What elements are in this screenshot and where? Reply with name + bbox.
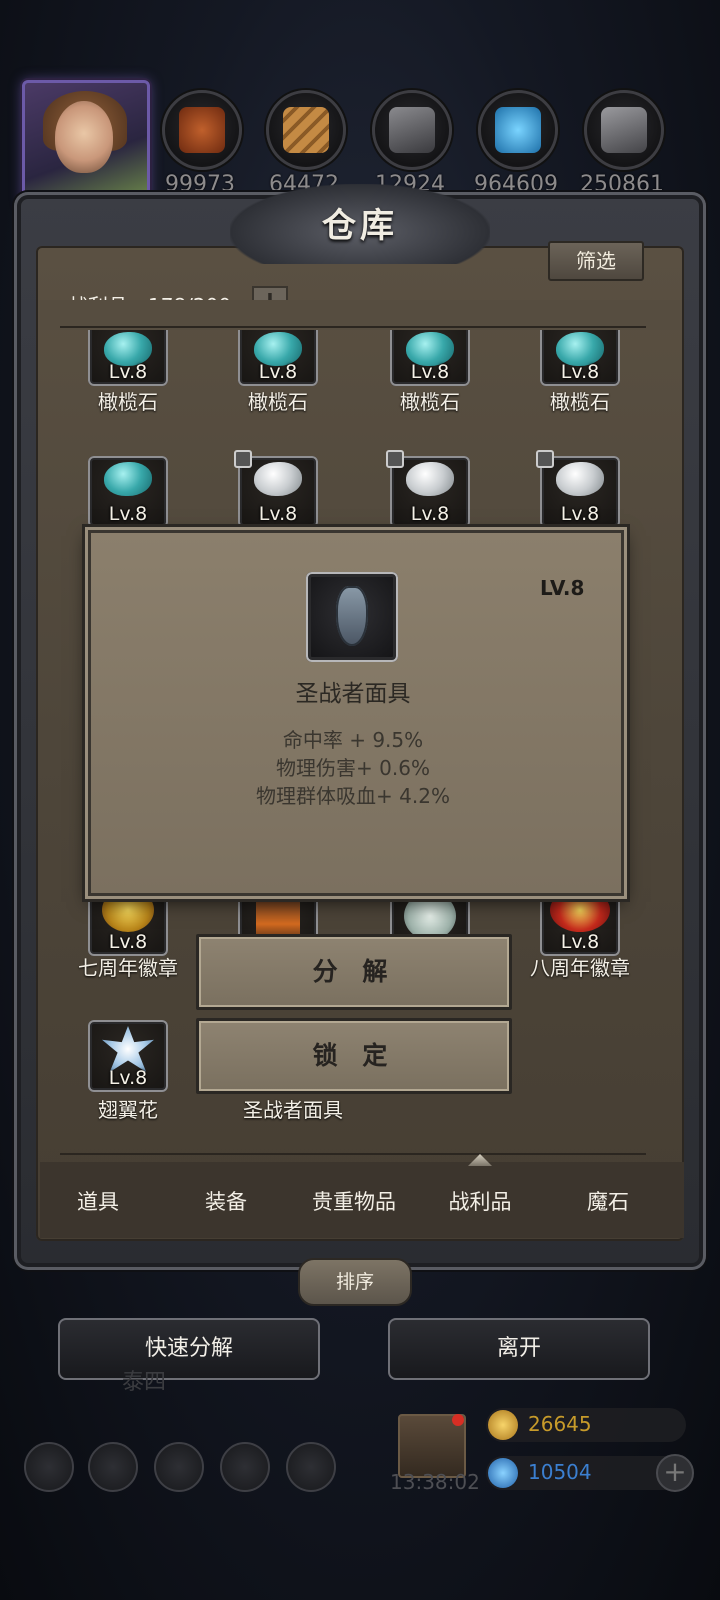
stat-line: 物理群体吸血+ 4.2%: [256, 784, 450, 808]
item-name: 八周年徽章: [530, 956, 630, 980]
star-icon[interactable]: [88, 1442, 138, 1492]
item-name: 橄榄石: [98, 390, 158, 414]
crusader-mask-icon: [336, 586, 368, 646]
stat-line: 命中率 + 9.5%: [282, 728, 424, 752]
tab-trophies[interactable]: 战利品: [416, 1186, 544, 1216]
item-name: 翅翼花: [98, 1098, 158, 1122]
item-slot[interactable]: Lv.8: [88, 456, 168, 528]
item-name: 橄榄石: [550, 390, 610, 414]
player-avatar[interactable]: [22, 80, 150, 204]
popup-level: LV.8: [540, 576, 585, 600]
add-currency-button[interactable]: +: [656, 1454, 694, 1492]
blue-crystal-icon[interactable]: [478, 90, 558, 170]
tab-valuables[interactable]: 贵重物品: [290, 1186, 418, 1216]
divider: [60, 1153, 646, 1155]
gem-icon: [488, 1458, 518, 1488]
item-slot[interactable]: Lv.8: [536, 450, 620, 528]
item-name-selected: 圣战者面具: [243, 1098, 343, 1122]
sort-button[interactable]: 排序: [298, 1258, 412, 1306]
olivine-gem-icon: [104, 462, 152, 496]
character-name: 泰四: [122, 1370, 167, 1395]
item-slot[interactable]: Lv.8: [234, 450, 318, 528]
panel-title: 仓库: [322, 206, 398, 246]
jade-fish-icon: [404, 892, 456, 940]
item-name: 橄榄石: [248, 390, 308, 414]
leave-button[interactable]: 离开: [388, 1318, 650, 1380]
avatar-face: [55, 101, 113, 173]
divider: [60, 326, 646, 328]
crusader-mask-slot: [306, 572, 398, 662]
white-stone-icon: [406, 462, 454, 496]
white-stone-icon: [254, 462, 302, 496]
item-name: 七周年徽章: [78, 956, 178, 980]
wing-flower-slot[interactable]: Lv.8: [88, 1020, 168, 1092]
quick-decompose-button[interactable]: 快速分解: [58, 1318, 320, 1380]
stat-line: 物理伤害+ 0.6%: [276, 756, 430, 780]
event-timer: 13:38:02: [390, 1470, 480, 1494]
wing-flower-icon: [102, 1026, 154, 1072]
item-slot[interactable]: Lv.8: [386, 450, 470, 528]
steel-ingot-icon[interactable]: [584, 90, 664, 170]
wood-plank-icon[interactable]: [266, 90, 346, 170]
tab-equipment[interactable]: 装备: [162, 1186, 290, 1216]
popup-item-name: 圣战者面具: [295, 681, 411, 707]
tab-magic-stones[interactable]: 魔石: [544, 1186, 672, 1216]
castle-icon[interactable]: [154, 1442, 204, 1492]
lock-icon: [234, 450, 252, 468]
lock-button[interactable]: 锁 定: [196, 1018, 512, 1094]
lock-icon: [386, 450, 404, 468]
mail-icon[interactable]: [220, 1442, 270, 1492]
white-stone-icon: [556, 462, 604, 496]
copper-ore-icon[interactable]: [162, 90, 242, 170]
tab-items[interactable]: 道具: [34, 1186, 162, 1216]
item-name: 橄榄石: [400, 390, 460, 414]
iron-ingot-icon[interactable]: [372, 90, 452, 170]
gem-amount: 10504: [528, 1460, 592, 1484]
notification-dot: [452, 1414, 464, 1426]
lock-icon: [536, 450, 554, 468]
cards-icon[interactable]: [286, 1442, 336, 1492]
filter-button[interactable]: 筛选: [548, 241, 644, 281]
gold-amount: 26645: [528, 1412, 592, 1436]
gold-coin-icon: [488, 1410, 518, 1440]
decompose-button[interactable]: 分 解: [196, 934, 512, 1010]
settings-icon[interactable]: [24, 1442, 74, 1492]
